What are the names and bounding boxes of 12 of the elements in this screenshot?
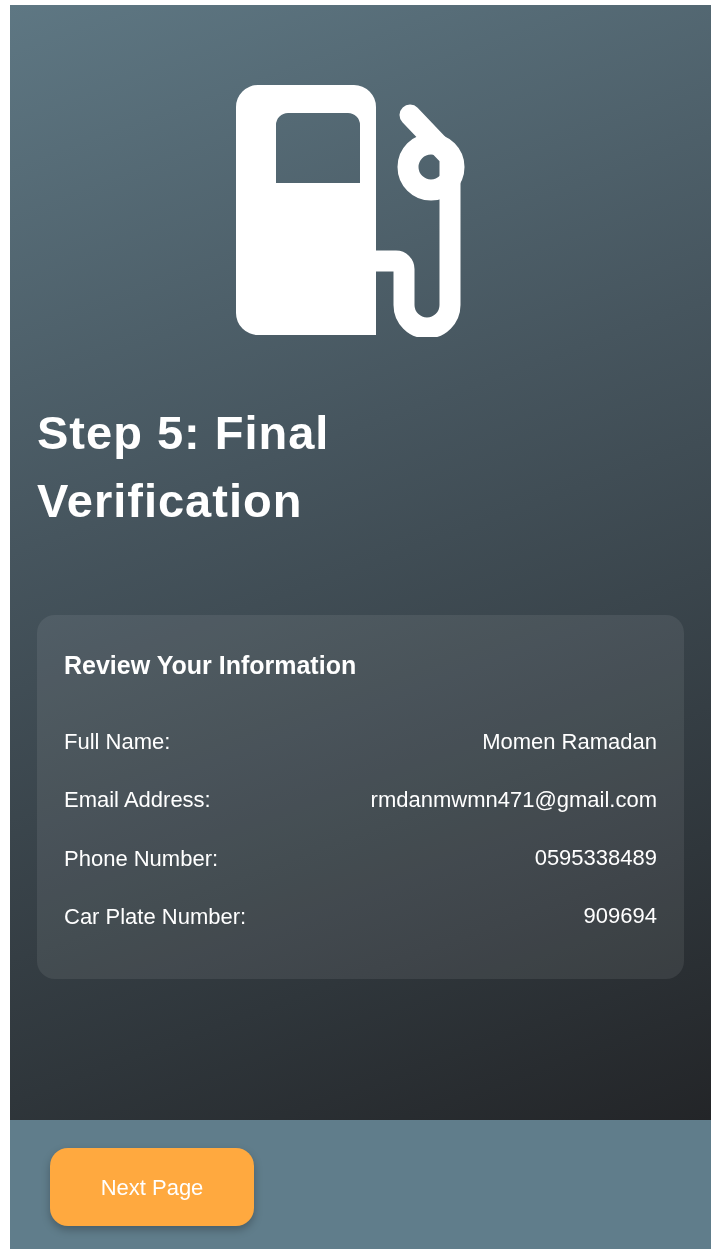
page-title: Step 5: Final Verification bbox=[37, 405, 331, 530]
field-label: Car Plate Number: bbox=[64, 902, 247, 931]
field-value: rmdanmwmn471@gmail.com bbox=[370, 785, 657, 814]
field-label: Full Name: bbox=[64, 728, 171, 757]
field-label: Email Address: bbox=[64, 786, 211, 815]
field-value: 0595338489 bbox=[534, 843, 657, 872]
next-page-button[interactable]: Next Page bbox=[50, 1148, 254, 1226]
field-label: Phone Number: bbox=[64, 844, 219, 873]
fuel-pump-icon bbox=[235, 85, 466, 337]
field-value: 909694 bbox=[583, 902, 657, 931]
field-value: Momen Ramadan bbox=[482, 727, 657, 756]
card-heading: Review Your Information bbox=[64, 650, 358, 682]
